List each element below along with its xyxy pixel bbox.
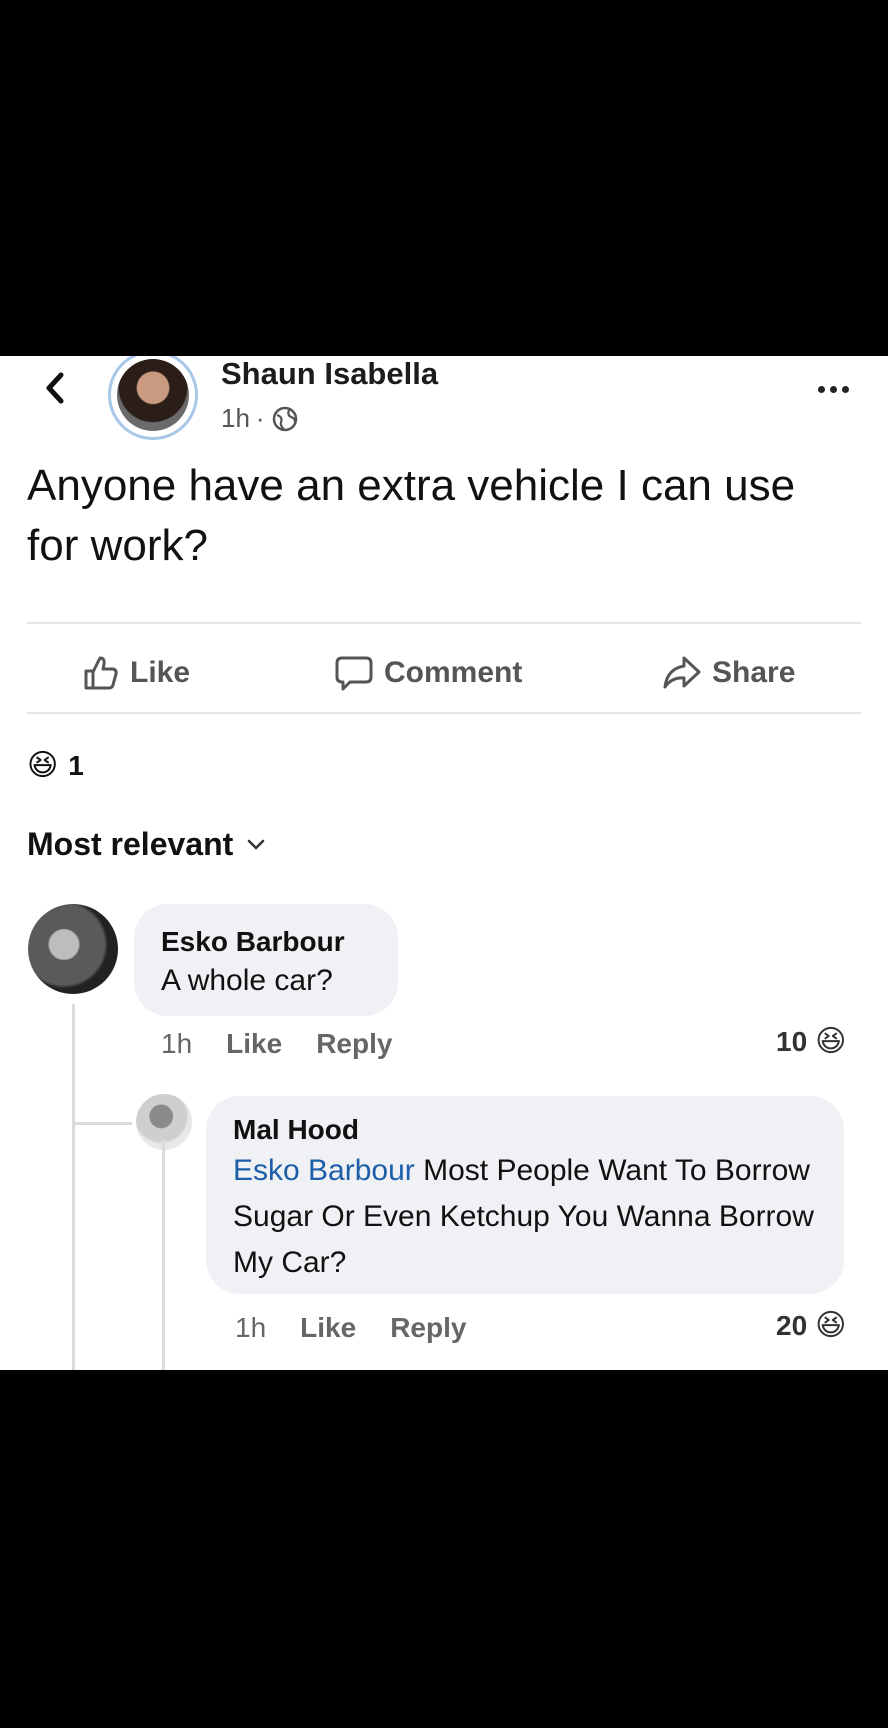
thread-connector xyxy=(72,1122,132,1125)
comment-icon xyxy=(335,656,373,691)
like-label: Like xyxy=(130,656,191,689)
chevron-left-icon xyxy=(46,372,64,404)
haha-reaction-icon: 😆 xyxy=(815,1025,847,1058)
divider xyxy=(27,712,861,714)
comment-time: 1h xyxy=(161,1028,193,1059)
reply-text: Esko Barbour Most People Want To Borrow … xyxy=(233,1148,823,1286)
share-icon xyxy=(663,656,701,689)
reply-like-button[interactable]: Like xyxy=(300,1312,356,1344)
reply-mention-link[interactable]: Esko Barbour xyxy=(233,1154,415,1187)
more-dot-icon xyxy=(817,385,825,393)
more-options-button[interactable] xyxy=(810,374,856,404)
reply-reply-button[interactable]: Reply xyxy=(390,1312,466,1344)
reply-author[interactable]: Mal Hood xyxy=(233,1114,359,1146)
reaction-count: 1 xyxy=(68,749,84,781)
divider xyxy=(27,622,861,624)
reply-reaction-count[interactable]: 20 😆 xyxy=(776,1308,846,1343)
comment-reaction-count[interactable]: 10 😆 xyxy=(776,1024,846,1059)
post-meta: 1h · xyxy=(221,403,299,434)
comment-author[interactable]: Esko Barbour xyxy=(161,926,345,958)
post-time: 1h xyxy=(221,403,250,433)
haha-reaction-icon: 😆 xyxy=(27,749,59,782)
back-button[interactable] xyxy=(38,366,72,410)
globe-icon xyxy=(272,406,297,431)
comment-reply-button[interactable]: Reply xyxy=(316,1028,392,1060)
post-screen: Shaun Isabella 1h · Anyone have an extra… xyxy=(0,356,888,1370)
reply-bubble: Mal Hood Esko Barbour Most People Want T… xyxy=(206,1096,844,1294)
comment-like-button[interactable]: Like xyxy=(226,1028,282,1060)
comment-button[interactable]: Comment xyxy=(334,646,522,700)
reaction-summary[interactable]: 😆 1 xyxy=(27,748,84,783)
comment-bubble: Esko Barbour A whole car? xyxy=(134,904,398,1016)
comment-text: A whole car? xyxy=(161,964,333,997)
share-label: Share xyxy=(712,656,796,689)
comment-reaction-number: 10 xyxy=(776,1025,808,1057)
reply-meta: 1h Like Reply xyxy=(235,1312,466,1344)
post-author-name[interactable]: Shaun Isabella xyxy=(221,356,438,392)
author-avatar[interactable] xyxy=(108,356,198,440)
reply-time: 1h xyxy=(235,1312,267,1343)
comment-label: Comment xyxy=(384,656,523,689)
thumbs-up-icon xyxy=(84,656,118,690)
sort-label: Most relevant xyxy=(27,826,234,862)
commenter-avatar[interactable] xyxy=(28,904,118,994)
chevron-down-icon xyxy=(248,839,265,850)
parent-thread-line xyxy=(72,1124,75,1370)
comment-sort-dropdown[interactable]: Most relevant xyxy=(27,826,265,863)
haha-reaction-icon: 😆 xyxy=(815,1309,847,1342)
post-text: Anyone have an extra vehicle I can use f… xyxy=(27,461,796,570)
share-button[interactable]: Share xyxy=(662,646,795,700)
reply-reaction-number: 20 xyxy=(776,1309,808,1341)
like-button[interactable]: Like xyxy=(82,646,190,700)
comment-meta: 1h Like Reply xyxy=(161,1028,392,1060)
thread-line xyxy=(72,1004,75,1124)
reply-thread-line xyxy=(162,1140,165,1370)
meta-separator: · xyxy=(255,403,265,433)
